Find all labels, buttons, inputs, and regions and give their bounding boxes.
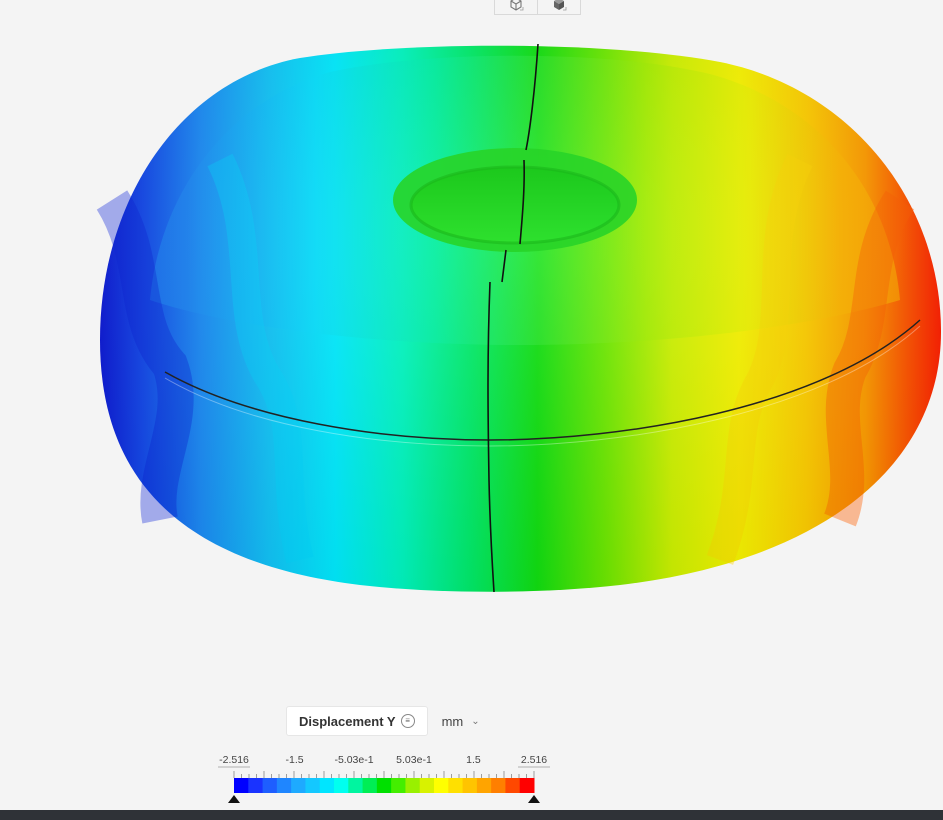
legend-color-band — [491, 778, 506, 793]
wireframe-view-button[interactable] — [494, 0, 538, 15]
color-legend[interactable]: -2.516 -1.5 -5.03e-1 5.03e-1 1.5 2.516 — [205, 748, 565, 806]
legend-color-band — [334, 778, 349, 793]
bottom-status-bar — [0, 810, 943, 820]
legend-tick-label: 5.03e-1 — [396, 754, 432, 766]
legend-color-band — [462, 778, 478, 793]
legend-color-band — [305, 778, 321, 793]
legend-tick-label: -1.5 — [286, 754, 304, 766]
legend-color-band — [362, 778, 378, 793]
legend-color-band — [276, 778, 292, 793]
legend-color-band — [319, 778, 335, 793]
legend-min-handle[interactable] — [228, 795, 240, 803]
solid-cube-icon — [554, 0, 567, 11]
legend-color-band — [391, 778, 406, 793]
legend-color-band — [376, 778, 392, 793]
legend-color-band — [419, 778, 435, 793]
torus-model[interactable] — [0, 0, 943, 810]
legend-color-band — [448, 778, 464, 793]
unit-select[interactable]: mm ⌄ — [436, 707, 486, 735]
legend-color-band — [248, 778, 264, 793]
legend-tick-label: 2.516 — [521, 754, 547, 766]
legend-color-band — [505, 778, 521, 793]
legend-tick-label: -5.03e-1 — [334, 754, 373, 766]
legend-tick-label: 1.5 — [466, 754, 481, 766]
chevron-down-icon: ⌄ — [471, 715, 480, 727]
3d-viewport[interactable] — [0, 0, 943, 810]
legend-max-handle[interactable] — [528, 795, 540, 803]
legend-color-band — [519, 778, 535, 793]
legend-color-band — [348, 778, 364, 793]
wireframe-cube-icon — [510, 0, 524, 11]
legend-tick-label: -2.516 — [219, 754, 249, 766]
result-toolbar: Displacement Y ≡ mm ⌄ — [286, 706, 486, 736]
result-field-label: Displacement Y — [299, 713, 396, 729]
unit-label: mm — [441, 713, 464, 729]
solid-view-button[interactable] — [538, 0, 581, 15]
legend-color-band — [405, 778, 421, 793]
result-field-select[interactable]: Displacement Y ≡ — [286, 706, 428, 736]
legend-color-band — [476, 778, 492, 793]
legend-color-band — [291, 778, 306, 793]
list-menu-icon[interactable]: ≡ — [400, 714, 415, 728]
legend-color-band — [234, 778, 249, 793]
legend-color-band — [434, 778, 449, 793]
legend-color-band — [262, 778, 278, 793]
